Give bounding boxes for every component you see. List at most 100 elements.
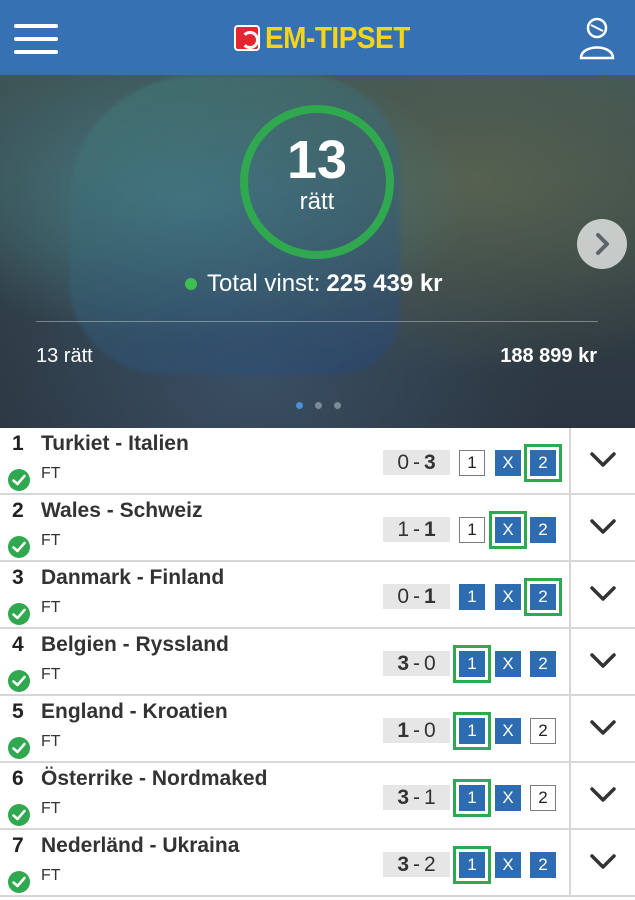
chevron-down-icon[interactable] xyxy=(589,651,617,671)
pick-1-button[interactable]: 1 xyxy=(459,450,485,476)
match-status: FT xyxy=(41,599,61,616)
score-separator: - xyxy=(413,450,420,474)
score-separator: - xyxy=(413,517,420,541)
match-number: 7 xyxy=(12,834,24,857)
match-status: FT xyxy=(41,666,61,683)
away-goals: 1 xyxy=(424,584,436,608)
match-number: 1 xyxy=(12,432,24,455)
pick-2-button[interactable]: 2 xyxy=(524,444,562,482)
match-number: 3 xyxy=(12,566,24,589)
pick-2-button[interactable]: 2 xyxy=(530,852,556,878)
match-row[interactable]: 7 Nederländ - Ukraina FT 3-2 1 X 2 xyxy=(0,830,635,897)
away-goals: 0 xyxy=(424,718,436,742)
prize-tier-label: 13 rätt xyxy=(36,345,93,367)
pick-1-button[interactable]: 1 xyxy=(459,584,485,610)
home-goals: 0 xyxy=(397,584,409,608)
match-list: 1 Turkiet - Italien FT 0-3 1 X 2 2 Wales - Schwe… xyxy=(0,428,635,897)
checkmark-icon xyxy=(8,871,30,893)
total-amount: 225 439 kr xyxy=(326,270,443,297)
match-row[interactable]: 2 Wales - Schweiz FT 1-1 1 X 2 xyxy=(0,495,635,562)
hamburger-menu-icon[interactable] xyxy=(14,24,58,54)
checkmark-icon xyxy=(8,737,30,759)
user-account-icon[interactable] xyxy=(578,16,616,60)
result-hero-carousel: 13 rätt Total vinst: 225 439 kr 13 rätt … xyxy=(0,75,635,428)
match-number: 4 xyxy=(12,633,24,656)
chevron-down-icon[interactable] xyxy=(589,785,617,805)
row-divider xyxy=(569,562,571,627)
pick-2-button[interactable]: 2 xyxy=(530,517,556,543)
home-goals: 1 xyxy=(397,718,409,742)
match-score: 3-0 xyxy=(383,651,450,676)
match-teams: Danmark - Finland xyxy=(41,566,225,589)
row-divider xyxy=(569,629,571,694)
svenska-spel-logo-icon xyxy=(234,25,260,51)
home-goals: 1 xyxy=(397,517,409,541)
score-separator: - xyxy=(413,584,420,608)
correct-count: 13 xyxy=(286,130,348,190)
chevron-down-icon[interactable] xyxy=(589,718,617,738)
carousel-dot[interactable] xyxy=(315,402,322,409)
match-number: 2 xyxy=(12,499,24,522)
pick-1-button[interactable]: 1 xyxy=(453,645,491,683)
pick-x-button[interactable]: X xyxy=(495,651,521,677)
pick-x-button[interactable]: X xyxy=(495,584,521,610)
away-goals: 0 xyxy=(424,651,436,675)
home-goals: 3 xyxy=(397,785,409,809)
hero-divider xyxy=(36,321,598,322)
match-score: 3-2 xyxy=(383,852,450,877)
pick-x-button[interactable]: X xyxy=(495,718,521,744)
pick-x-button[interactable]: X xyxy=(489,511,527,549)
match-teams: Nederländ - Ukraina xyxy=(41,834,240,857)
chevron-down-icon[interactable] xyxy=(589,852,617,872)
row-divider xyxy=(569,428,571,493)
pick-x-button[interactable]: X xyxy=(495,785,521,811)
pick-1-button[interactable]: 1 xyxy=(459,517,485,543)
match-status: FT xyxy=(41,867,61,884)
total-winnings: Total vinst: 225 439 kr xyxy=(185,269,443,299)
pick-1-button[interactable]: 1 xyxy=(453,779,491,817)
carousel-next-button[interactable] xyxy=(577,219,627,269)
correct-count-ring: 13 rätt xyxy=(240,105,394,259)
row-divider xyxy=(569,696,571,761)
chevron-right-icon xyxy=(596,233,609,255)
match-row[interactable]: 5 England - Kroatien FT 1-0 1 X 2 xyxy=(0,696,635,763)
chevron-down-icon[interactable] xyxy=(589,450,617,470)
match-teams: Turkiet - Italien xyxy=(41,432,189,455)
match-row[interactable]: 3 Danmark - Finland FT 0-1 1 X 2 xyxy=(0,562,635,629)
app-header: EM-TIPSET xyxy=(0,0,635,75)
match-score: 1-0 xyxy=(383,718,450,743)
pick-1-button[interactable]: 1 xyxy=(453,712,491,750)
match-score: 1-1 xyxy=(383,517,450,542)
row-divider xyxy=(569,763,571,828)
checkmark-icon xyxy=(8,804,30,826)
chevron-down-icon[interactable] xyxy=(589,517,617,537)
match-row[interactable]: 1 Turkiet - Italien FT 0-3 1 X 2 xyxy=(0,428,635,495)
pick-2-button[interactable]: 2 xyxy=(530,785,556,811)
chevron-down-icon[interactable] xyxy=(589,584,617,604)
match-number: 6 xyxy=(12,767,24,790)
prize-tier-amount: 188 899 kr xyxy=(500,345,597,367)
pick-1-button[interactable]: 1 xyxy=(453,846,491,884)
away-goals: 2 xyxy=(424,852,436,876)
pick-2-button[interactable]: 2 xyxy=(530,718,556,744)
pick-x-button[interactable]: X xyxy=(495,450,521,476)
match-teams: Belgien - Ryssland xyxy=(41,633,229,656)
row-divider xyxy=(569,495,571,560)
em-tipset-logo[interactable]: EM-TIPSET xyxy=(234,20,410,56)
match-score: 0-1 xyxy=(383,584,450,609)
total-label: Total vinst: xyxy=(207,270,321,297)
match-score: 0-3 xyxy=(383,450,450,475)
checkmark-icon xyxy=(8,536,30,558)
pick-2-button[interactable]: 2 xyxy=(530,651,556,677)
score-separator: - xyxy=(413,651,420,675)
checkmark-icon xyxy=(8,469,30,491)
match-row[interactable]: 4 Belgien - Ryssland FT 3-0 1 X 2 xyxy=(0,629,635,696)
match-row[interactable]: 6 Österrike - Nordmaked FT 3-1 1 X 2 xyxy=(0,763,635,830)
match-teams: England - Kroatien xyxy=(41,700,228,723)
match-status: FT xyxy=(41,800,61,817)
home-goals: 3 xyxy=(397,651,409,675)
carousel-dot[interactable] xyxy=(334,402,341,409)
carousel-dot[interactable] xyxy=(296,402,303,409)
pick-2-button[interactable]: 2 xyxy=(524,578,562,616)
pick-x-button[interactable]: X xyxy=(495,852,521,878)
